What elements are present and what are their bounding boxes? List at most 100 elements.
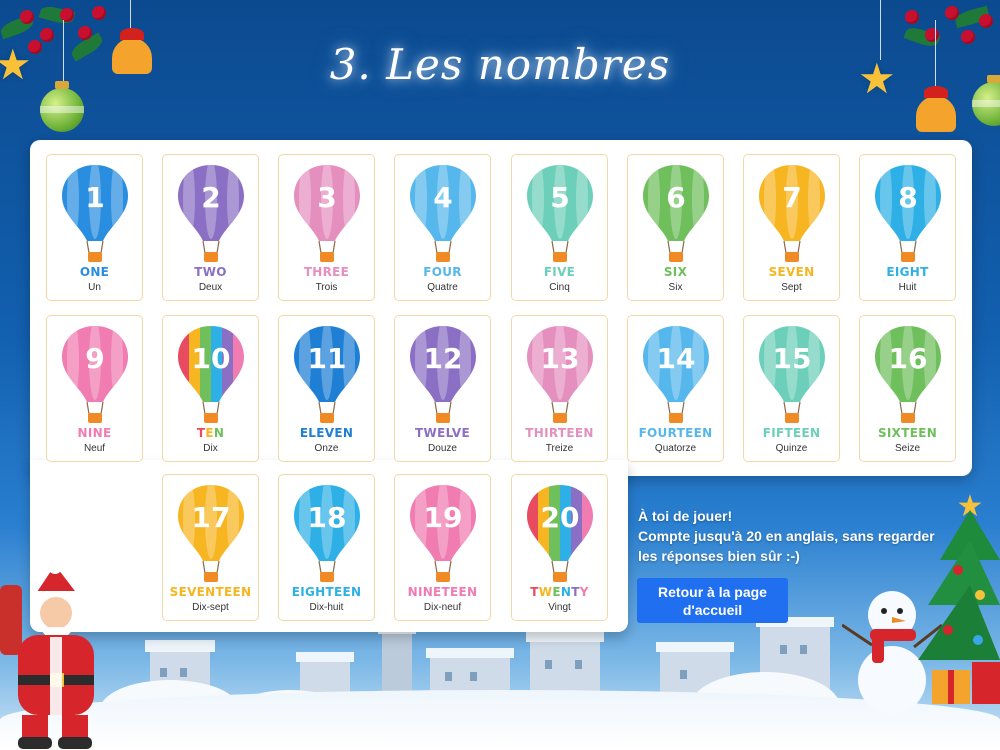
balloon-number: 8 — [898, 181, 917, 214]
english-word: SIX — [663, 265, 688, 279]
english-word: TWO — [194, 265, 227, 279]
balloon-number: 17 — [192, 501, 231, 534]
balloon-number: 4 — [433, 181, 452, 214]
english-word: THIRTEEN — [525, 426, 594, 440]
number-card: 7 SEVEN Sept — [743, 154, 840, 301]
hot-air-balloon-icon: 16 — [875, 326, 941, 423]
hot-air-balloon-icon: 7 — [759, 165, 825, 262]
french-word: Huit — [898, 282, 917, 293]
hot-air-balloon-icon: 3 — [294, 165, 360, 262]
french-word: Six — [668, 282, 683, 293]
french-word: Dix — [203, 443, 218, 454]
english-word: FIFTEEN — [762, 426, 821, 440]
english-word: NINE — [77, 426, 112, 440]
french-word: Cinq — [549, 282, 570, 293]
english-word: SEVENTEEN — [169, 585, 252, 599]
english-word: FOUR — [423, 265, 462, 279]
instructions-text: À toi de jouer! Compte jusqu'à 20 en ang… — [638, 506, 938, 566]
balloon-number: 9 — [85, 342, 104, 375]
french-word: Vingt — [548, 602, 571, 613]
number-card: 8 EIGHT Huit — [859, 154, 956, 301]
english-word: FOURTEEN — [638, 426, 713, 440]
number-card: 3 THREE Trois — [278, 154, 375, 301]
instructions-line: les réponses bien sûr :-) — [638, 548, 800, 564]
hot-air-balloon-icon: 11 — [294, 326, 360, 423]
english-word: EIGHTEEN — [291, 585, 362, 599]
bell-icon — [916, 86, 956, 132]
hot-air-balloon-icon: 1 — [62, 165, 128, 262]
number-card: 13 THIRTEEN Treize — [511, 315, 608, 462]
number-card: 5 FIVE Cinq — [511, 154, 608, 301]
french-word: Dix-sept — [192, 602, 229, 613]
english-word: TEN — [196, 426, 225, 440]
french-word: Deux — [198, 282, 223, 293]
hot-air-balloon-icon: 19 — [410, 485, 476, 582]
instructions-line: À toi de jouer! — [638, 508, 733, 524]
back-to-home-button[interactable]: Retour à la page d'accueil — [637, 578, 788, 623]
balloon-number: 10 — [192, 342, 231, 375]
instructions-line: Compte jusqu'à 20 en anglais, sans regar… — [638, 528, 935, 544]
balloon-number: 6 — [666, 181, 685, 214]
english-word: THREE — [303, 265, 350, 279]
number-card: 18 EIGHTEEN Dix-huit — [278, 474, 375, 621]
hot-air-balloon-icon: 12 — [410, 326, 476, 423]
hot-air-balloon-icon: 17 — [178, 485, 244, 582]
french-word: Quatre — [427, 282, 458, 293]
french-word: Neuf — [83, 443, 106, 454]
page-title: 3. Les nombres — [329, 40, 671, 89]
french-word: Dix-neuf — [423, 602, 462, 613]
balloon-number: 1 — [85, 181, 104, 214]
english-word: FIVE — [543, 265, 576, 279]
english-word: EIGHT — [886, 265, 929, 279]
english-word: TWELVE — [415, 426, 470, 440]
number-card: 19 NINETEEN Dix-neuf — [394, 474, 491, 621]
number-card: 11 ELEVEN Onze — [278, 315, 375, 462]
number-card: 10 TEN Dix — [162, 315, 259, 462]
balloon-number: 3 — [317, 181, 336, 214]
french-word: Seize — [894, 443, 920, 454]
hot-air-balloon-icon: 2 — [178, 165, 244, 262]
number-card: 12 TWELVE Douze — [394, 315, 491, 462]
balloon-number: 20 — [541, 501, 580, 534]
balloon-number: 13 — [541, 342, 580, 375]
number-card: 4 FOUR Quatre — [394, 154, 491, 301]
balloon-number: 5 — [550, 181, 569, 214]
christmas-scene: ★ ★ 3. Les nombres 1 ONE Un 2 TWO Deux 3 THREE T… — [0, 0, 1000, 750]
balloon-number: 18 — [308, 501, 347, 534]
french-word: Quatorze — [654, 443, 697, 454]
balloon-number: 19 — [424, 501, 463, 534]
hot-air-balloon-icon: 4 — [410, 165, 476, 262]
balloon-number: 7 — [782, 181, 801, 214]
hot-air-balloon-icon: 6 — [643, 165, 709, 262]
balloon-number: 12 — [424, 342, 463, 375]
french-word: Sept — [781, 282, 802, 293]
hot-air-balloon-icon: 18 — [294, 485, 360, 582]
french-word: Onze — [314, 443, 339, 454]
french-word: Douze — [428, 443, 457, 454]
english-word: NINETEEN — [407, 585, 478, 599]
santa-claus-icon — [0, 565, 94, 749]
french-word: Quinze — [775, 443, 808, 454]
hot-air-balloon-icon: 15 — [759, 326, 825, 423]
balloon-number: 11 — [308, 342, 347, 375]
hot-air-balloon-icon: 8 — [875, 165, 941, 262]
english-word: TWENTY — [530, 585, 589, 599]
french-word: Trois — [315, 282, 338, 293]
balloon-number: 2 — [201, 181, 220, 214]
number-card: 9 NINE Neuf — [46, 315, 143, 462]
balloon-number: 15 — [773, 342, 812, 375]
hot-air-balloon-icon: 5 — [527, 165, 593, 262]
balloon-number: 16 — [889, 342, 928, 375]
number-card: 15 FIFTEEN Quinze — [743, 315, 840, 462]
number-card: 14 FOURTEEN Quatorze — [627, 315, 724, 462]
english-word: ELEVEN — [299, 426, 354, 440]
hot-air-balloon-icon: 13 — [527, 326, 593, 423]
number-card: 16 SIXTEEN Seize — [859, 315, 956, 462]
hot-air-balloon-icon: 9 — [62, 326, 128, 423]
english-word: SIXTEEN — [877, 426, 938, 440]
french-word: Un — [88, 282, 101, 293]
number-card: 2 TWO Deux — [162, 154, 259, 301]
hot-air-balloon-icon: 14 — [643, 326, 709, 423]
number-card: 1 ONE Un — [46, 154, 143, 301]
balloon-number: 14 — [657, 342, 696, 375]
